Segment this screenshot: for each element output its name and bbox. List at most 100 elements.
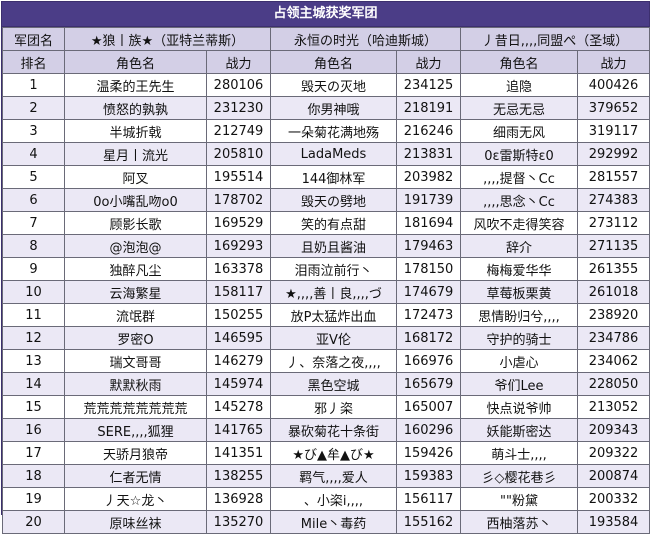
power-cell-c: 234786 [577, 326, 651, 350]
name-cell-a: 仁者无情 [64, 464, 207, 488]
table-row: 18 仁者无情 138255 羁气,,,,爱人 159383 彡◇樱花巷彡 200874 [2, 464, 651, 488]
power-cell-a: 135270 [206, 510, 271, 534]
name-cell-b: 泪雨泣前行丶 [270, 257, 397, 281]
table-row: 4 星月丨流光 205810 LadaMeds 213831 0ε雷斯特ε0 292992 [2, 142, 651, 166]
power-cell-a: 280106 [206, 73, 271, 97]
name-cell-b: 亚V伦 [270, 326, 397, 350]
table-row: 2 愤怒的孰孰 231230 你男神哦 218191 无忌无忌 379652 [2, 96, 651, 120]
name-cell-c: 快点说爷帅 [460, 395, 579, 419]
name-cell-b: ★び▲牟▲び★ [270, 441, 397, 465]
table-row: 11 流氓群 150255 放P太猛炸出血 172473 思情盼归兮,,,, 238920 [2, 303, 651, 327]
power-cell-b: 191739 [395, 188, 462, 212]
name-cell-c: 追隐 [460, 73, 579, 97]
power-cell-a: 138255 [206, 464, 271, 488]
power-cell-c: 200332 [577, 487, 651, 511]
rank-cell: 14 [2, 372, 65, 396]
rank-cell: 18 [2, 464, 65, 488]
table-row: 13 瑞文哥哥 146279 丿、奈落之夜,,,, 166976 小虐心 234062 [2, 349, 651, 373]
table-row: 1 温柔的王先生 280106 毁天の灭地 234125 追隐 400426 [2, 73, 651, 97]
name-cell-c: 无忌无忌 [460, 96, 579, 120]
power-cell-a: 158117 [206, 280, 271, 304]
name-cell-b: Mile丶毒药 [270, 510, 397, 534]
rank-cell: 2 [2, 96, 65, 120]
column-header-row: 排名 角色名 战力 角色名 战力 角色名 战力 [2, 50, 651, 74]
power-cell-a: 145974 [206, 372, 271, 396]
name-cell-b: 黑色空城 [270, 372, 397, 396]
power-cell-c: 274383 [577, 188, 651, 212]
name-cell-c: ""粉黛 [460, 487, 579, 511]
power-cell-b: 156117 [395, 487, 462, 511]
name-cell-b: 144御林军 [270, 165, 397, 189]
table-row: 8 @泡泡@ 169293 且奶且酱油 179463 辞介 271135 [2, 234, 651, 258]
name-cell-c: 彡◇樱花巷彡 [460, 464, 579, 488]
name-header-a: 角色名 [64, 50, 207, 74]
name-cell-a: 星月丨流光 [64, 142, 207, 166]
power-cell-c: 213052 [577, 395, 651, 419]
power-cell-b: 179463 [395, 234, 462, 258]
power-cell-a: 146279 [206, 349, 271, 373]
rank-cell: 20 [2, 510, 65, 534]
rank-cell: 12 [2, 326, 65, 350]
name-header-c: 角色名 [460, 50, 579, 74]
power-cell-c: 200874 [577, 464, 651, 488]
table-row: 16 SERE,,,,狐狸 141765 暴砍菊花十条街 160296 妖能斯密达 2093… [2, 418, 651, 442]
rank-cell: 8 [2, 234, 65, 258]
table-row: 6 0o小嘴乱吻o0 178702 毁天の劈地 191739 ,,,,思念丶Cc 27438… [2, 188, 651, 212]
power-cell-b: 218191 [395, 96, 462, 120]
name-cell-c: ,,,,提督丶Cc [460, 165, 579, 189]
name-cell-a: 罗密O [64, 326, 207, 350]
power-cell-c: 209322 [577, 441, 651, 465]
power-cell-b: 165679 [395, 372, 462, 396]
name-cell-b: 丿、奈落之夜,,,, [270, 349, 397, 373]
name-cell-b: 笑的有点甜 [270, 211, 397, 235]
power-cell-b: 213831 [395, 142, 462, 166]
name-cell-a: 顾影长歌 [64, 211, 207, 235]
table-row: 5 阿叉 195514 144御林军 203982 ,,,,提督丶Cc 281557 [2, 165, 651, 189]
name-cell-b: 毁天の灭地 [270, 73, 397, 97]
power-cell-a: 212749 [206, 119, 271, 143]
name-cell-a: 半城折戟 [64, 119, 207, 143]
ranking-rows: 1 温柔的王先生 280106 毁天の灭地 234125 追隐 400426 2 愤怒的孰孰 23… [2, 73, 651, 534]
table-row: 15 荒荒荒荒荒荒荒荒 145278 邪丿栥 165007 快点说爷帅 213052 [2, 395, 651, 419]
power-cell-c: 261355 [577, 257, 651, 281]
table-row: 10 云海繁星 158117 ★,,,,善丨良,,,,づ 174679 草莓板栗黄 2610… [2, 280, 651, 304]
name-cell-c: 0ε雷斯特ε0 [460, 142, 579, 166]
name-cell-a: SERE,,,,狐狸 [64, 418, 207, 442]
power-header-a: 战力 [206, 50, 271, 74]
name-cell-c: 辞介 [460, 234, 579, 258]
power-header-c: 战力 [577, 50, 651, 74]
power-cell-b: 216246 [395, 119, 462, 143]
rank-cell: 9 [2, 257, 65, 281]
power-cell-a: 141765 [206, 418, 271, 442]
power-cell-c: 228050 [577, 372, 651, 396]
power-cell-a: 146595 [206, 326, 271, 350]
table-row: 12 罗密O 146595 亚V伦 168172 守护的骑士 234786 [2, 326, 651, 350]
name-header-b: 角色名 [270, 50, 397, 74]
name-cell-a: 原味丝袜 [64, 510, 207, 534]
name-cell-a: 流氓群 [64, 303, 207, 327]
power-cell-b: 172473 [395, 303, 462, 327]
name-cell-a: 荒荒荒荒荒荒荒荒 [64, 395, 207, 419]
power-cell-a: 231230 [206, 96, 271, 120]
name-cell-b: 一朵菊花满地殇 [270, 119, 397, 143]
power-header-b: 战力 [395, 50, 462, 74]
power-cell-a: 163378 [206, 257, 271, 281]
name-cell-a: @泡泡@ [64, 234, 207, 258]
name-cell-a: 0o小嘴乱吻o0 [64, 188, 207, 212]
name-cell-b: 羁气,,,,爱人 [270, 464, 397, 488]
rank-cell: 11 [2, 303, 65, 327]
table-row: 7 顾影长歌 169529 笑的有点甜 181694 风吹不走得笑容 273112 [2, 211, 651, 235]
rank-cell: 15 [2, 395, 65, 419]
rank-cell: 17 [2, 441, 65, 465]
power-cell-b: 160296 [395, 418, 462, 442]
name-cell-c: 西柚落苏丶 [460, 510, 579, 534]
power-cell-b: 159426 [395, 441, 462, 465]
power-cell-c: 193584 [577, 510, 651, 534]
rank-cell: 3 [2, 119, 65, 143]
team-header-row: 军团名 ★狼丨族★（亚特兰蒂斯） 永恒の时光（哈迪斯城） 丿昔日,,,,同盟ぺ（… [2, 27, 651, 51]
table-row: 14 默默秋雨 145974 黑色空城 165679 爷们Lee 228050 [2, 372, 651, 396]
name-cell-c: 小虐心 [460, 349, 579, 373]
table-row: 19 丿天☆龙丶 136928 、小栥i,,,, 156117 ""粉黛 200332 [2, 487, 651, 511]
panel-title: 占领主城获奖军团 [2, 2, 649, 27]
power-cell-c: 261018 [577, 280, 651, 304]
